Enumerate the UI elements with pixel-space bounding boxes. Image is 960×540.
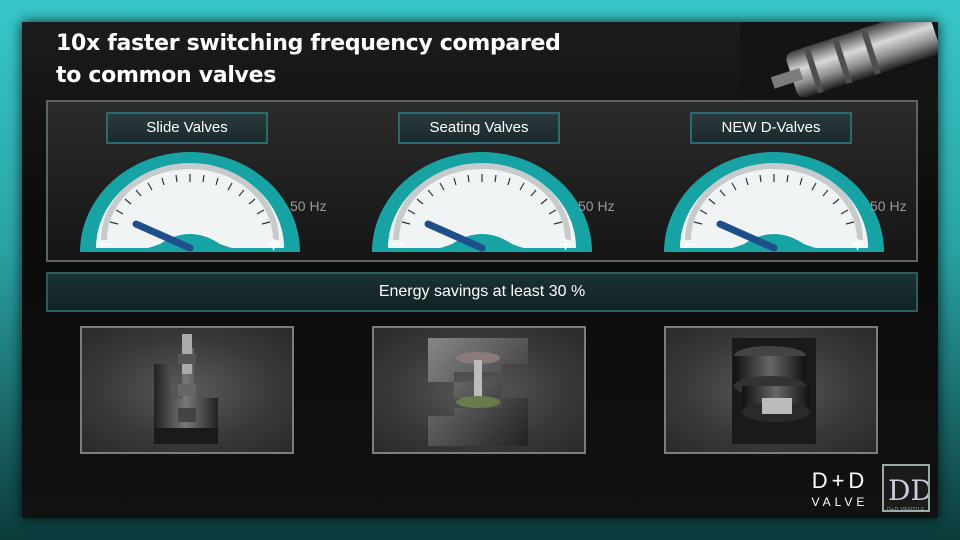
seating-valve-image — [372, 326, 586, 454]
gauge-new-d-valves: NEW D-Valves − + 50 Hz — [664, 102, 924, 262]
brand-logo-text: D+D — [811, 468, 869, 493]
gauge-label: Seating Valves — [398, 112, 560, 144]
plus-sign: + — [850, 234, 865, 255]
gauge-slide-valves: Slide Valves − + 50 Hz — [80, 102, 340, 262]
gauge-label: NEW D-Valves — [690, 112, 852, 144]
brand-logo-subtext: VALVE — [811, 495, 869, 509]
gauge-dial: − + — [372, 152, 592, 255]
gauge-seating-valves: Seating Valves − + 50 Hz — [372, 102, 632, 262]
energy-savings-banner: Energy savings at least 30 % — [46, 272, 918, 312]
title-line-2: to common valves — [56, 63, 277, 88]
brand-mark-subtext: D+D VENTILE — [887, 507, 925, 513]
minus-sign: − — [390, 234, 405, 255]
valve-image-header — [740, 22, 938, 100]
minus-sign: − — [682, 234, 697, 255]
brand-mark-icon: DD — [882, 464, 933, 512]
brand-mark-text: DD — [888, 474, 928, 507]
minus-sign: − — [98, 234, 113, 255]
plus-sign: + — [266, 234, 281, 255]
slide-title: 10x faster switching frequency compared … — [56, 28, 616, 92]
title-line-1: 10x faster switching frequency compared — [56, 31, 561, 56]
gauge-label: Slide Valves — [106, 112, 268, 144]
gauge-dial: − + — [80, 152, 300, 255]
unit-label: 50 Hz — [870, 198, 907, 214]
unit-label: 50 Hz — [578, 198, 615, 214]
plus-sign: + — [558, 234, 573, 255]
gauge-dial: − + — [664, 152, 884, 255]
d-valve-image — [664, 326, 878, 454]
slide-valve-image — [80, 326, 294, 454]
gauge-panel: Slide Valves − + 50 Hz Seating Valves − … — [46, 100, 918, 262]
unit-label: 50 Hz — [290, 198, 327, 214]
